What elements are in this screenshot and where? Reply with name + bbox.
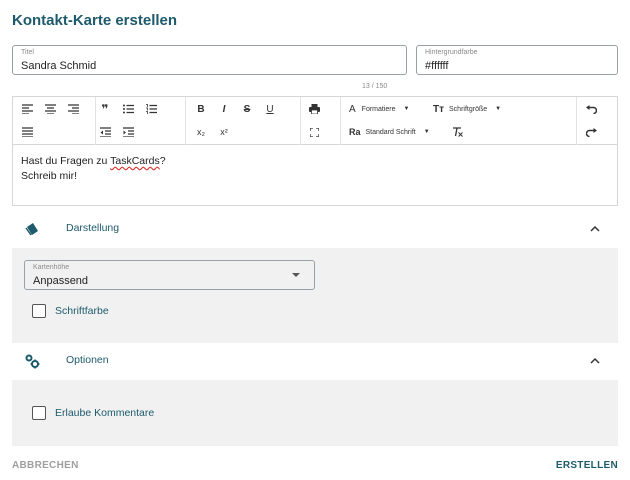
toolbar-separator (340, 97, 341, 145)
font-color-checkbox[interactable] (32, 304, 46, 318)
background-color-field[interactable]: Hintergrundfarbe (416, 45, 618, 75)
title-field-label: Titel (21, 49, 34, 56)
align-justify-icon[interactable] (19, 124, 35, 140)
chevron-up-icon[interactable] (588, 354, 602, 368)
fullscreen-icon[interactable] (306, 124, 322, 140)
toolbar-separator (185, 97, 186, 145)
background-color-label: Hintergrundfarbe (425, 49, 478, 56)
chevron-down-icon: ▼ (423, 129, 430, 135)
toolbar-separator (576, 97, 577, 145)
undo-icon[interactable] (583, 101, 599, 117)
title-char-counter: 13 / 150 (362, 83, 388, 90)
editor-line: Schreib mir! (21, 170, 78, 182)
font-size-dropdown[interactable]: Tт Schriftgröße ▼ (433, 101, 501, 117)
chevron-up-icon[interactable] (588, 222, 602, 236)
bullet-list-icon[interactable] (120, 101, 136, 117)
editor-content[interactable]: Hast du Fragen zu TaskCards? Schreib mir… (21, 154, 166, 184)
superscript-button[interactable]: x² (216, 124, 232, 140)
align-right-icon[interactable] (65, 101, 81, 117)
chevron-down-icon: ▼ (403, 106, 410, 112)
toolbar-separator (95, 97, 96, 145)
font-size-icon: Tт (433, 103, 445, 115)
background-color-input[interactable] (425, 60, 609, 72)
card-height-value: Anpassend (33, 275, 89, 287)
editor-toolbar: ❞ B I S U x₂ x² A Formatiere ▼ Tт Schrif… (13, 97, 617, 145)
dialog-title: Kontakt-Karte erstellen (12, 12, 178, 29)
card-height-select[interactable]: Kartenhöhe Anpassend (24, 260, 315, 290)
misspelled-word: TaskCards (110, 155, 160, 167)
paint-bucket-icon (24, 221, 40, 237)
font-color-option[interactable]: Schriftfarbe (32, 304, 109, 318)
dropdown-arrow-icon (292, 273, 300, 277)
cancel-button[interactable]: ABBRECHEN (12, 460, 79, 471)
strikethrough-button[interactable]: S (239, 101, 255, 117)
font-family-icon: Ra (349, 127, 361, 137)
subscript-button[interactable]: x₂ (193, 124, 209, 140)
create-button[interactable]: ERSTELLEN (556, 460, 618, 471)
card-height-label: Kartenhöhe (33, 264, 70, 271)
print-icon[interactable] (306, 101, 322, 117)
options-section-body: Erlaube Kommentare (12, 380, 618, 446)
font-family-label: Standard Schrift (365, 128, 416, 136)
appearance-section-label: Darstellung (66, 222, 120, 234)
editor-line: Hast du Fragen zu TaskCards? (21, 155, 166, 167)
underline-button[interactable]: U (262, 101, 278, 117)
allow-comments-label: Erlaube Kommentare (55, 407, 155, 419)
chevron-down-icon: ▼ (495, 106, 502, 112)
font-size-label: Schriftgröße (449, 105, 488, 113)
font-family-dropdown[interactable]: Ra Standard Schrift ▼ (349, 124, 430, 140)
align-center-icon[interactable] (42, 101, 58, 117)
toolbar-separator (300, 97, 301, 145)
redo-icon[interactable] (583, 124, 599, 140)
outdent-icon[interactable] (97, 124, 113, 140)
title-field[interactable]: Titel (12, 45, 407, 75)
numbered-list-icon[interactable] (143, 101, 159, 117)
title-input[interactable] (21, 60, 398, 72)
format-icon: A (349, 103, 356, 115)
align-left-icon[interactable] (19, 101, 35, 117)
allow-comments-option[interactable]: Erlaube Kommentare (32, 406, 154, 420)
bold-button[interactable]: B (193, 101, 209, 117)
options-section-label: Optionen (66, 354, 109, 366)
clear-format-icon[interactable] (449, 124, 465, 140)
rich-text-editor: ❞ B I S U x₂ x² A Formatiere ▼ Tт Schrif… (12, 96, 618, 206)
format-label: Formatiere (361, 105, 396, 113)
options-section-header[interactable]: Optionen (12, 344, 618, 378)
italic-button[interactable]: I (216, 101, 232, 117)
format-dropdown[interactable]: A Formatiere ▼ (349, 101, 409, 117)
gears-icon (24, 353, 40, 369)
indent-icon[interactable] (120, 124, 136, 140)
allow-comments-checkbox[interactable] (32, 406, 46, 420)
appearance-section-header[interactable]: Darstellung (12, 212, 618, 246)
blockquote-icon[interactable]: ❞ (97, 101, 113, 117)
appearance-section-body: Kartenhöhe Anpassend Schriftfarbe (12, 248, 618, 343)
font-color-label: Schriftfarbe (55, 305, 109, 317)
